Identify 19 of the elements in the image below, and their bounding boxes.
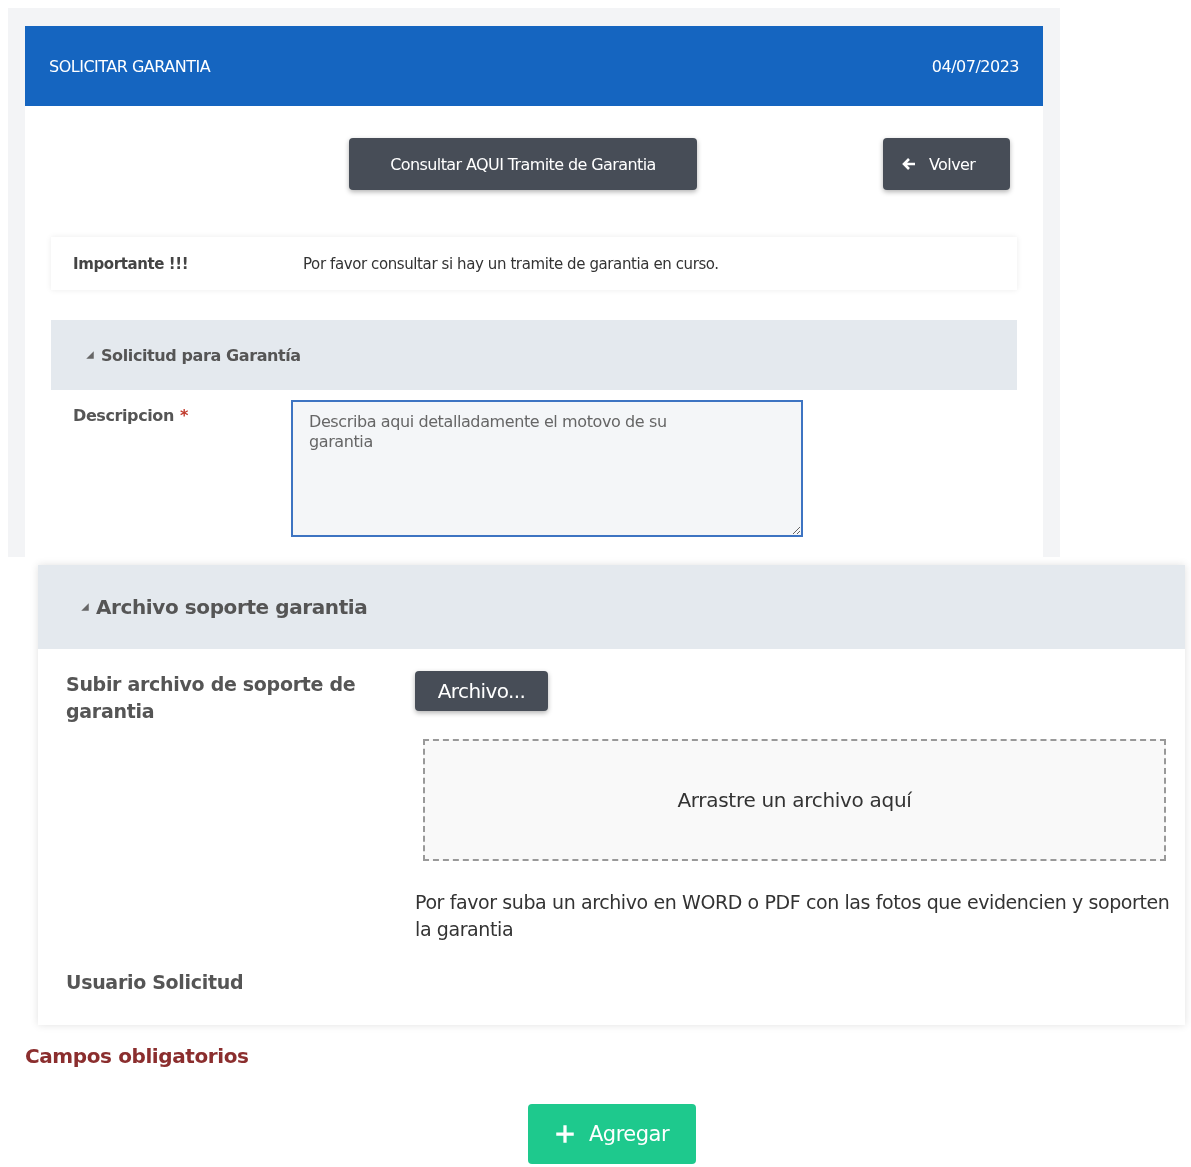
field-label: Subir archivo de soporte de garantia: [66, 672, 357, 724]
field-label: Usuario Solicitud: [66, 971, 245, 993]
notice-text: Por favor consultar si hay un tramite de garantia en curso.: [303, 254, 719, 273]
consult-button[interactable]: Consultar AQUI Tramite de Garantia: [349, 138, 697, 190]
section-header[interactable]: Solicitud para Garantía: [51, 320, 1017, 390]
field-label: Descripcion: [73, 406, 174, 425]
help-text: Por favor suba un archivo en WORD o PDF con las fotos que evidencien y soporten la garantia: [415, 890, 1171, 942]
notice-label: Importante !!!: [73, 254, 190, 273]
arrow-left-icon: [901, 156, 917, 172]
required-note: Campos obligatorios: [25, 1044, 250, 1068]
plus-icon: [554, 1124, 575, 1144]
file-button[interactable]: Archivo...: [415, 671, 548, 711]
section-header[interactable]: Archivo soporte garantia: [38, 565, 1185, 649]
drop-zone[interactable]: Arrastre un archivo aquí: [423, 739, 1166, 861]
description-field[interactable]: Describa aqui detalladamente el motovo de su garantia: [291, 400, 803, 537]
header-date: 04/07/2023: [931, 56, 1019, 76]
required-mark: *: [179, 406, 188, 425]
page-title: SOLICITAR GARANTIA: [49, 56, 211, 76]
back-button[interactable]: Volver: [883, 138, 1010, 190]
